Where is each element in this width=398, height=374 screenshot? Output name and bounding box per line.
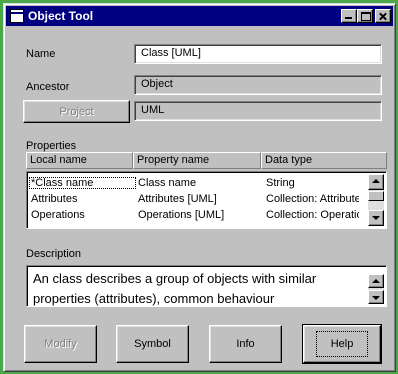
table-cell: Attributes [UML]: [138, 193, 217, 205]
ancestor-field: Object: [134, 75, 382, 95]
name-field[interactable]: Class [UML]: [134, 44, 382, 64]
object-tool-window: Object Tool Name Class [UML] Ancestor Ob…: [3, 3, 396, 372]
project-field: UML: [134, 101, 382, 121]
table-cell: Collection: Attribute: [266, 193, 359, 205]
symbol-button[interactable]: Symbol: [116, 325, 189, 363]
table-cell: String: [266, 177, 295, 189]
project-button[interactable]: Project: [23, 100, 130, 123]
close-icon[interactable]: [375, 9, 391, 23]
column-header-data-type[interactable]: Data type: [261, 152, 387, 169]
table-cell: Class name: [138, 177, 197, 189]
scroll-up-icon[interactable]: [368, 274, 384, 288]
minimize-icon[interactable]: [341, 9, 357, 23]
table-row[interactable]: *Class name Class name String: [29, 175, 366, 191]
description-text: An class describes a group of objects wi…: [33, 271, 317, 306]
properties-header: Local name Property name Data type: [26, 152, 387, 169]
table-row[interactable]: Attributes Attributes [UML] Collection: …: [29, 191, 366, 207]
column-header-property-name[interactable]: Property name: [133, 152, 261, 169]
table-cell: *Class name: [29, 177, 136, 189]
column-header-local-name[interactable]: Local name: [26, 152, 133, 169]
scroll-up-icon[interactable]: [368, 174, 384, 190]
table-cell: Operations: [31, 209, 85, 221]
maximize-icon[interactable]: [357, 9, 373, 23]
ancestor-label: Ancestor: [26, 81, 70, 93]
help-button-label: Help: [315, 331, 369, 357]
table-row[interactable]: Operations Operations [UML] Collection: …: [29, 207, 366, 223]
description-scrollbar[interactable]: [368, 274, 384, 304]
modify-button[interactable]: Modify: [24, 325, 97, 363]
properties-list[interactable]: *Class name Class name String Attributes…: [26, 171, 387, 229]
window-title: Object Tool: [28, 9, 94, 23]
description-label: Description: [26, 248, 82, 260]
properties-label: Properties: [26, 140, 77, 152]
help-button[interactable]: Help: [302, 324, 382, 364]
table-cell: Collection: Operatio: [266, 209, 359, 221]
window-icon[interactable]: [10, 9, 24, 23]
table-cell: Operations [UML]: [138, 209, 225, 221]
description-field[interactable]: An class describes a group of objects wi…: [26, 265, 387, 307]
table-cell: Attributes: [31, 193, 78, 205]
scroll-down-icon[interactable]: [368, 210, 384, 226]
properties-scrollbar[interactable]: [368, 174, 384, 226]
name-label: Name: [26, 48, 56, 60]
info-button[interactable]: Info: [209, 325, 282, 363]
title-bar[interactable]: Object Tool: [6, 6, 393, 26]
scroll-down-icon[interactable]: [368, 290, 384, 304]
scroll-thumb[interactable]: [368, 191, 384, 201]
